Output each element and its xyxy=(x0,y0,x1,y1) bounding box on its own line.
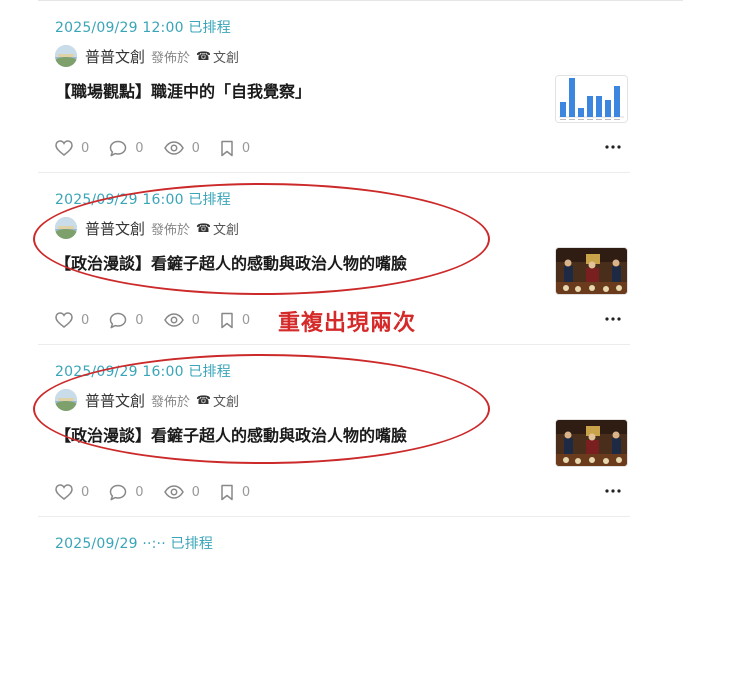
comment-count: 0 xyxy=(135,484,144,500)
annotation-ring xyxy=(33,354,490,464)
heart-icon xyxy=(55,140,73,156)
like-button[interactable]: 0 xyxy=(55,312,89,328)
comment-count: 0 xyxy=(135,312,144,328)
phone-icon: ☎ xyxy=(196,49,211,63)
views-stat: 0 xyxy=(163,312,200,328)
category-link[interactable]: 文創 xyxy=(213,47,239,66)
comment-icon xyxy=(110,140,127,156)
comment-icon xyxy=(110,312,127,328)
post-card[interactable]: 2025/09/29 ··:·· 已排程 xyxy=(38,517,630,689)
painting-thumbnail[interactable] xyxy=(555,247,628,295)
bookmark-icon xyxy=(221,140,233,156)
views-stat: 0 xyxy=(163,140,200,156)
bookmark-button[interactable]: 0 xyxy=(220,312,250,329)
post-title[interactable]: 【職場觀點】職涯中的「自我覺察」 xyxy=(55,78,311,102)
bookmark-button[interactable]: 0 xyxy=(220,484,250,501)
bookmark-icon xyxy=(221,484,233,500)
bookmark-count: 0 xyxy=(241,140,251,156)
annotation-text: 重複出現兩次 xyxy=(278,311,417,336)
schedule-status: 2025/09/29 ··:·· 已排程 xyxy=(55,536,214,552)
annotation-ring xyxy=(33,183,490,295)
view-count: 0 xyxy=(191,484,200,500)
bookmark-count: 0 xyxy=(241,312,251,328)
like-count: 0 xyxy=(81,140,90,156)
comment-button[interactable]: 0 xyxy=(109,484,144,501)
view-count: 0 xyxy=(191,312,200,328)
ellipsis-icon xyxy=(605,145,621,149)
like-button[interactable]: 0 xyxy=(55,140,89,156)
author-name[interactable]: 普普文創 xyxy=(85,46,145,67)
ellipsis-icon xyxy=(605,489,621,493)
post-card[interactable]: 2025/09/29 12:00 已排程 普普文創 發佈於 ☎ 文創 【職場觀點… xyxy=(38,1,630,173)
more-options-button[interactable] xyxy=(603,481,623,501)
bar-chart-thumbnail[interactable] xyxy=(555,75,628,123)
more-options-button[interactable] xyxy=(603,309,623,329)
author-row: 普普文創 發佈於 ☎ 文創 xyxy=(55,45,239,67)
avatar[interactable] xyxy=(55,45,77,67)
like-button[interactable]: 0 xyxy=(55,484,89,500)
ellipsis-icon xyxy=(605,317,621,321)
post-stats: 0 0 0 0 xyxy=(55,310,270,330)
comment-button[interactable]: 0 xyxy=(109,140,144,157)
schedule-status: 2025/09/29 12:00 已排程 xyxy=(55,20,231,36)
published-label: 發佈於 xyxy=(151,50,191,66)
like-count: 0 xyxy=(81,312,90,328)
post-stats: 0 0 0 0 xyxy=(55,138,270,158)
heart-icon xyxy=(55,312,73,328)
heart-icon xyxy=(55,484,73,500)
eye-icon xyxy=(163,313,184,327)
comment-icon xyxy=(110,484,127,500)
post-stats: 0 0 0 0 xyxy=(55,482,270,502)
bookmark-button[interactable]: 0 xyxy=(220,140,250,157)
views-stat: 0 xyxy=(163,484,200,500)
comment-button[interactable]: 0 xyxy=(109,312,144,329)
comment-count: 0 xyxy=(135,140,144,156)
bookmark-icon xyxy=(221,312,233,328)
more-options-button[interactable] xyxy=(603,137,623,157)
like-count: 0 xyxy=(81,484,90,500)
view-count: 0 xyxy=(191,140,200,156)
eye-icon xyxy=(163,485,184,499)
bookmark-count: 0 xyxy=(241,484,251,500)
eye-icon xyxy=(163,141,184,155)
painting-thumbnail[interactable] xyxy=(555,419,628,467)
